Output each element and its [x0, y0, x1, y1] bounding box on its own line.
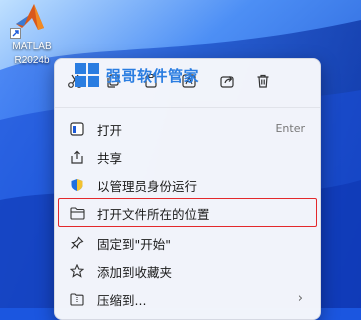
- menu-item-label: 以管理员身份运行: [97, 178, 198, 194]
- menu-item-label: 添加到收藏夹: [97, 264, 173, 280]
- shield-icon: [69, 177, 85, 193]
- delete-icon: [257, 74, 269, 88]
- menu-item-compress-to[interactable]: 压缩到... ›: [61, 285, 313, 313]
- delete-button[interactable]: [251, 69, 275, 93]
- menu-item-label: 固定到"开始": [97, 236, 171, 252]
- menu-item-label: 打开: [97, 122, 123, 138]
- windows-logo-icon: [75, 63, 99, 87]
- chevron-right-icon: ›: [297, 291, 303, 306]
- matlab-desktop-shortcut[interactable]: MATLAB R2024b: [4, 0, 60, 70]
- menu-item-open[interactable]: 打开 Enter: [61, 115, 313, 143]
- share-icon: [220, 76, 234, 88]
- menu-item-add-to-favorites[interactable]: 添加到收藏夹: [61, 257, 313, 285]
- menu-item-pin-to-start[interactable]: 固定到"开始": [61, 229, 313, 257]
- context-menu: 打开 Enter 共享 以管理员身份运行 打开文件所在的位置 固定到"开始" 添…: [54, 58, 321, 320]
- watermark: 强哥软件管家: [74, 60, 214, 90]
- share-button[interactable]: [215, 69, 239, 93]
- watermark-text: 强哥软件管家: [106, 66, 200, 85]
- share-icon: [69, 149, 85, 165]
- shortcut-arrow-icon: [10, 28, 21, 39]
- menu-separator: [55, 107, 320, 108]
- shortcut-hint: Enter: [275, 122, 305, 135]
- menu-item-share[interactable]: 共享: [61, 143, 313, 171]
- pin-icon: [69, 235, 85, 251]
- menu-item-label: 共享: [97, 150, 123, 166]
- star-icon: [69, 263, 85, 279]
- menu-item-run-as-admin[interactable]: 以管理员身份运行: [61, 171, 313, 199]
- zip-icon: [69, 291, 85, 307]
- desktop-icon-label: MATLAB R2024b: [12, 41, 52, 66]
- app-icon: [69, 121, 85, 137]
- highlight-box: [58, 198, 317, 227]
- menu-item-label: 压缩到...: [97, 292, 147, 308]
